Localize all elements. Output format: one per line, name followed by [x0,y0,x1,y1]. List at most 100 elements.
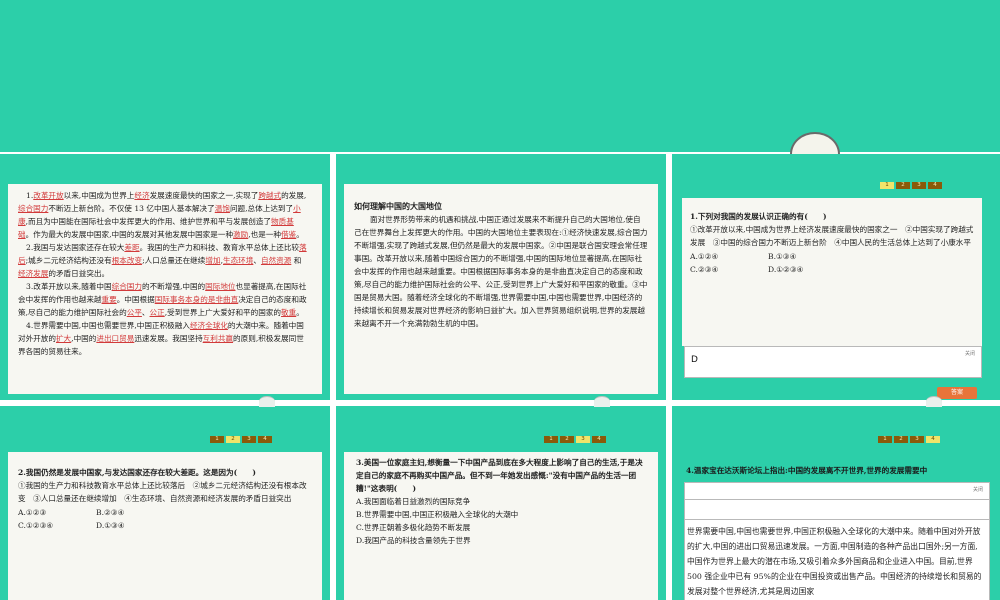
summary-para-1: 1.改革开放以来,中国成为世界上经济发展速度最快的国家之一,实现了跨越式的发展,… [18,189,308,241]
option-d[interactable]: D.①③④ [96,519,186,532]
text: 。 [296,308,304,317]
text: 。中国根据 [116,295,155,304]
slide-4[interactable]: 1 2 3 4 2.我国仍然是发展中国家,与发达国家还存在较大差距。这是因为( … [0,406,330,600]
step-3-button[interactable]: 3 [910,436,924,443]
step-indicator: 1 2 3 4 [880,182,942,189]
blank-answer: 经济发展 [18,269,49,278]
close-button[interactable]: 关闭 [973,486,983,493]
blank-answer: 激励 [233,230,249,239]
blank-answer: 温饱 [214,204,230,213]
blank-answer: 国际事务本身的是非曲直 [154,295,239,304]
answer-text: D [691,355,698,365]
step-2-button[interactable]: 2 [896,182,910,189]
question-3-text: 3.美国一位家庭主妇,想衡量一下中国产品到底在多大程度上影响了自己的生活,于是决… [356,458,643,493]
step-4-button[interactable]: 4 [926,436,940,443]
blank-answer: 公平 [126,308,142,317]
text: 的不断增强,中国的 [141,282,206,291]
option-b[interactable]: B.②③④ [96,506,186,519]
blank-answer: 公正 [149,308,165,317]
text: 2.我国与发达国家还存在较大 [26,243,125,252]
blank-answer: 敬重 [281,308,297,317]
slide-5-page: 3.美国一位家庭主妇,想衡量一下中国产品到底在多大程度上影响了自己的生活,于是决… [344,452,658,600]
option-c[interactable]: C.世界正朝着多极化趋势不断发展 [356,521,646,534]
slide-3-page: 1.下列对我国的发展认识正确的有( ) ①改革开放以来,中国成为世界上经济发展速… [682,198,982,346]
divider [685,499,989,500]
blank-answer: 跨越式 [258,191,282,200]
blank-answer: 综合国力 [111,282,142,291]
text: 和 [291,256,302,265]
question-3: 3.美国一位家庭主妇,想衡量一下中国产品到底在多大程度上影响了自己的生活,于是决… [356,456,646,547]
question-1: 1.下列对我国的发展认识正确的有( ) ①改革开放以来,中国成为世界上经济发展速… [690,210,976,276]
option-b[interactable]: B.①③④ [768,250,858,263]
option-d[interactable]: D.①②③④ [768,263,858,276]
question-2: 2.我国仍然是发展中国家,与发达国家还存在较大差距。这是因为( ) ①我国的生产… [18,466,312,532]
step-1-button[interactable]: 1 [544,436,558,443]
step-4-button[interactable]: 4 [928,182,942,189]
blank-answer: 经济全球化 [189,321,228,330]
option-b[interactable]: B.世界需要中国,中国正积极融入全球化的大潮中 [356,508,646,521]
blank-answer: 借鉴 [281,230,297,239]
slide-6[interactable]: 1 2 3 4 4.温家宝在达沃斯论坛上指出:中国的发展离不开世界,世界的发展需… [672,406,1000,600]
summary-para-4: 4.世界需要中国,中国也需要世界,中国正积极融入经济全球化的大潮中来。随着中国对… [18,319,308,358]
slide-1[interactable]: 1.改革开放以来,中国成为世界上经济发展速度最快的国家之一,实现了跨越式的发展,… [0,154,330,400]
step-3-button[interactable]: 3 [576,436,590,443]
decorative-bump [594,396,610,407]
slide-2[interactable]: 如何理解中国的大国地位 面对世界形势带来的机遇和挑战,中国正通过发展来不断提升自… [336,154,666,400]
step-3-button[interactable]: 3 [242,436,256,443]
blank-answer: 根本改变 [111,256,143,265]
slide-4-page: 2.我国仍然是发展中国家,与发达国家还存在较大差距。这是因为( ) ①我国的生产… [8,452,322,600]
text: ;城乡二元经济结构还没有 [25,256,112,265]
text: 问题,总体上达到了 [229,204,294,213]
step-3-button[interactable]: 3 [912,182,926,189]
question-2-text: 2.我国仍然是发展中国家,与发达国家还存在较大差距。这是因为( ) [18,468,256,477]
question-1-options: A.①②④ B.①③④ C.②③④ D.①②③④ [690,250,976,276]
blank-answer: 国际地位 [205,282,236,291]
option-c[interactable]: C.②③④ [690,263,768,276]
text: ,而且为中国能在国际社会中发挥更大的作用、维护世界和平与发展创造了 [25,217,272,226]
summary-para-2: 2.我国与发达国家还存在较大差距。我国的生产力和科技、教育水平总体上还比较落后;… [18,241,308,280]
slide-5[interactable]: 1 2 3 4 3.美国一位家庭主妇,想衡量一下中国产品到底在多大程度上影响了自… [336,406,666,600]
step-indicator: 1 2 3 4 [878,436,940,443]
step-2-button[interactable]: 2 [894,436,908,443]
section-heading: 如何理解中国的大国地位 [354,201,442,211]
option-c[interactable]: C.①②③④ [18,519,96,532]
blank-answer: 重要 [101,295,117,304]
option-d[interactable]: D.我国产品的科技含量领先于世界 [356,534,646,547]
option-a[interactable]: A.①②④ [690,250,768,263]
analysis-box: 关闭 世界需要中国,中国也需要世界,中国正积极融入全球化的大潮中来。随着中国对外… [684,482,990,600]
step-4-button[interactable]: 4 [592,436,606,443]
step-1-button[interactable]: 1 [878,436,892,443]
text: ;人口总量还在继续 [142,256,206,265]
answer-box: 关闭 D 答案 [684,346,982,399]
step-1-button[interactable]: 1 [210,436,224,443]
decorative-bump [259,396,275,407]
text: 发展速度最快的国家之一,实现了 [149,191,259,200]
top-banner [0,0,1000,152]
text: 以来,中国成为世界上 [63,191,135,200]
question-2-statements: ①我国的生产力和科技教育水平总体上还比较落后 ②城乡二元经济结构还没有根本改变 … [18,481,307,503]
step-1-button[interactable]: 1 [880,182,894,189]
slide-3[interactable]: 1 2 3 4 1.下列对我国的发展认识正确的有( ) ①改革开放以来,中国成为… [672,154,1000,400]
step-4-button[interactable]: 4 [258,436,272,443]
blank-answer: 扩大 [55,334,72,343]
step-2-button[interactable]: 2 [560,436,574,443]
option-a[interactable]: A.①②③ [18,506,96,519]
blank-answer: 增加 [205,256,221,265]
blank-answer: 综合国力 [18,204,49,213]
step-2-button[interactable]: 2 [226,436,240,443]
text: 迅速发展。我国坚持 [134,334,203,343]
close-button[interactable]: 关闭 [965,350,975,357]
option-a[interactable]: A.我国面临着日益激烈的国际竞争 [356,495,646,508]
blank-answer: 自然资源 [260,256,292,265]
text: ,受到世界上广大爱好和平的国家的 [164,308,282,317]
analysis-text: 世界需要中国,中国也需要世界,中国正积极融入全球化的大潮中来。随着中国对外开放的… [687,527,982,596]
blank-answer: 差距 [124,243,140,252]
text: 。 [296,230,304,239]
answer-toggle-button[interactable]: 答案 [937,387,977,399]
question-1-text: 1.下列对我国的发展认识正确的有( ) [690,212,827,221]
text: 。作为最大的发展中国家,中国的发展对其他发展中国家是一种 [25,230,234,239]
text: 的发展, [281,191,307,200]
text: ,中国的 [71,334,97,343]
text: 3.改革开放以来,随着中国 [26,282,112,291]
divider [685,519,989,520]
